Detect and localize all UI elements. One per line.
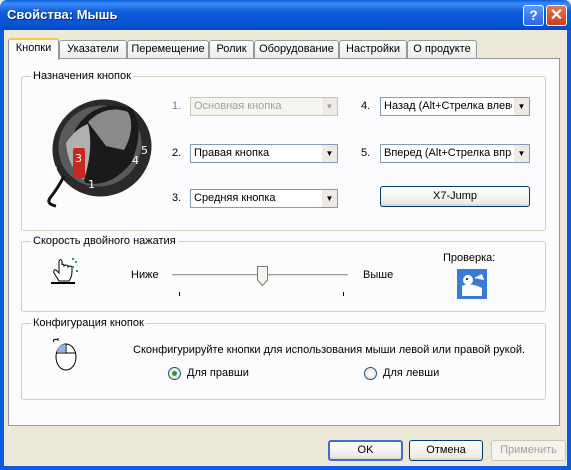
assign-3-value: Средняя кнопка	[194, 192, 276, 204]
x7-jump-button[interactable]: X7-Jump	[380, 186, 530, 207]
assign-5-select[interactable]: Вперед (Alt+Стрелка вправо) ▼	[380, 144, 530, 163]
assign-3-select[interactable]: Средняя кнопка ▼	[190, 189, 338, 208]
tab-settings[interactable]: Настройки	[339, 40, 407, 59]
assign-1-number: 1.	[172, 100, 182, 112]
double-click-slider-thumb[interactable]	[257, 266, 268, 286]
tab-buttons[interactable]: Кнопки	[8, 38, 59, 60]
assign-5-value: Вперед (Alt+Стрелка вправо)	[384, 147, 512, 159]
tab-pointers[interactable]: Указатели	[59, 40, 127, 59]
config-description: Сконфигурируйте кнопки для использования…	[133, 344, 526, 356]
assign-1-select[interactable]: Основная кнопка ▼	[190, 97, 338, 116]
jack-in-box-icon[interactable]	[456, 268, 488, 300]
assign-5-number: 5.	[361, 147, 371, 159]
close-button[interactable]: ✕	[546, 5, 567, 26]
window-frame-left	[0, 30, 4, 470]
chevron-down-icon: ▼	[321, 98, 337, 115]
title-bar[interactable]: Свойства: Мышь ? ✕	[0, 0, 571, 30]
window-frame-right	[567, 30, 571, 470]
assign-4-select[interactable]: Назад (Alt+Стрелка влево) ▼	[380, 97, 530, 116]
right-handed-label[interactable]: Для правши	[187, 367, 249, 379]
test-label: Проверка:	[443, 252, 496, 264]
assign-2-number: 2.	[172, 147, 182, 159]
left-handed-label[interactable]: Для левши	[383, 367, 439, 379]
right-handed-radio[interactable]	[168, 367, 181, 380]
tab-motion[interactable]: Перемещение	[127, 40, 209, 59]
tab-wheel[interactable]: Ролик	[209, 40, 254, 59]
cancel-button[interactable]: Отмена	[409, 440, 483, 461]
assign-1-value: Основная кнопка	[194, 100, 282, 112]
group-label: Скорость двойного нажатия	[31, 235, 178, 247]
help-button[interactable]: ?	[523, 5, 544, 26]
assign-4-number: 4.	[361, 100, 371, 112]
radio-dot	[172, 371, 177, 376]
slider-tick-max	[343, 292, 344, 296]
fast-label: Выше	[363, 269, 394, 281]
mouse-label-5: 5	[141, 144, 148, 157]
mouse-label-3: 3	[75, 152, 82, 165]
window-title: Свойства: Мышь	[7, 7, 118, 22]
chevron-down-icon: ▼	[513, 98, 529, 115]
slow-label: Ниже	[131, 269, 159, 281]
mouse-label-2: 2	[51, 164, 58, 177]
chevron-down-icon: ▼	[321, 190, 337, 207]
mouse-icon	[53, 338, 77, 371]
ok-button[interactable]: OK	[328, 440, 403, 461]
assign-4-value: Назад (Alt+Стрелка влево)	[384, 100, 512, 112]
assign-2-select[interactable]: Правая кнопка ▼	[190, 144, 338, 163]
group-label: Назначения кнопок	[31, 70, 133, 82]
slider-tick-min	[179, 292, 180, 296]
apply-button[interactable]: Применить	[491, 440, 566, 461]
mouse-illustration-icon: 2 3 1 4 5	[47, 99, 152, 208]
tab-about[interactable]: О продукте	[407, 40, 477, 59]
assign-2-value: Правая кнопка	[194, 147, 270, 159]
mouse-label-4: 4	[132, 154, 139, 167]
button-config-group: Конфигурация кнопок	[21, 317, 546, 400]
assign-3-number: 3.	[172, 192, 182, 204]
hand-pointer-icon	[51, 258, 78, 284]
mouse-label-1: 1	[88, 178, 95, 191]
window-frame-bottom	[0, 466, 571, 470]
group-label: Конфигурация кнопок	[31, 317, 146, 329]
chevron-down-icon: ▼	[321, 145, 337, 162]
chevron-down-icon: ▼	[513, 145, 529, 162]
left-handed-radio[interactable]	[364, 367, 377, 380]
tab-hardware[interactable]: Оборудование	[254, 40, 339, 59]
